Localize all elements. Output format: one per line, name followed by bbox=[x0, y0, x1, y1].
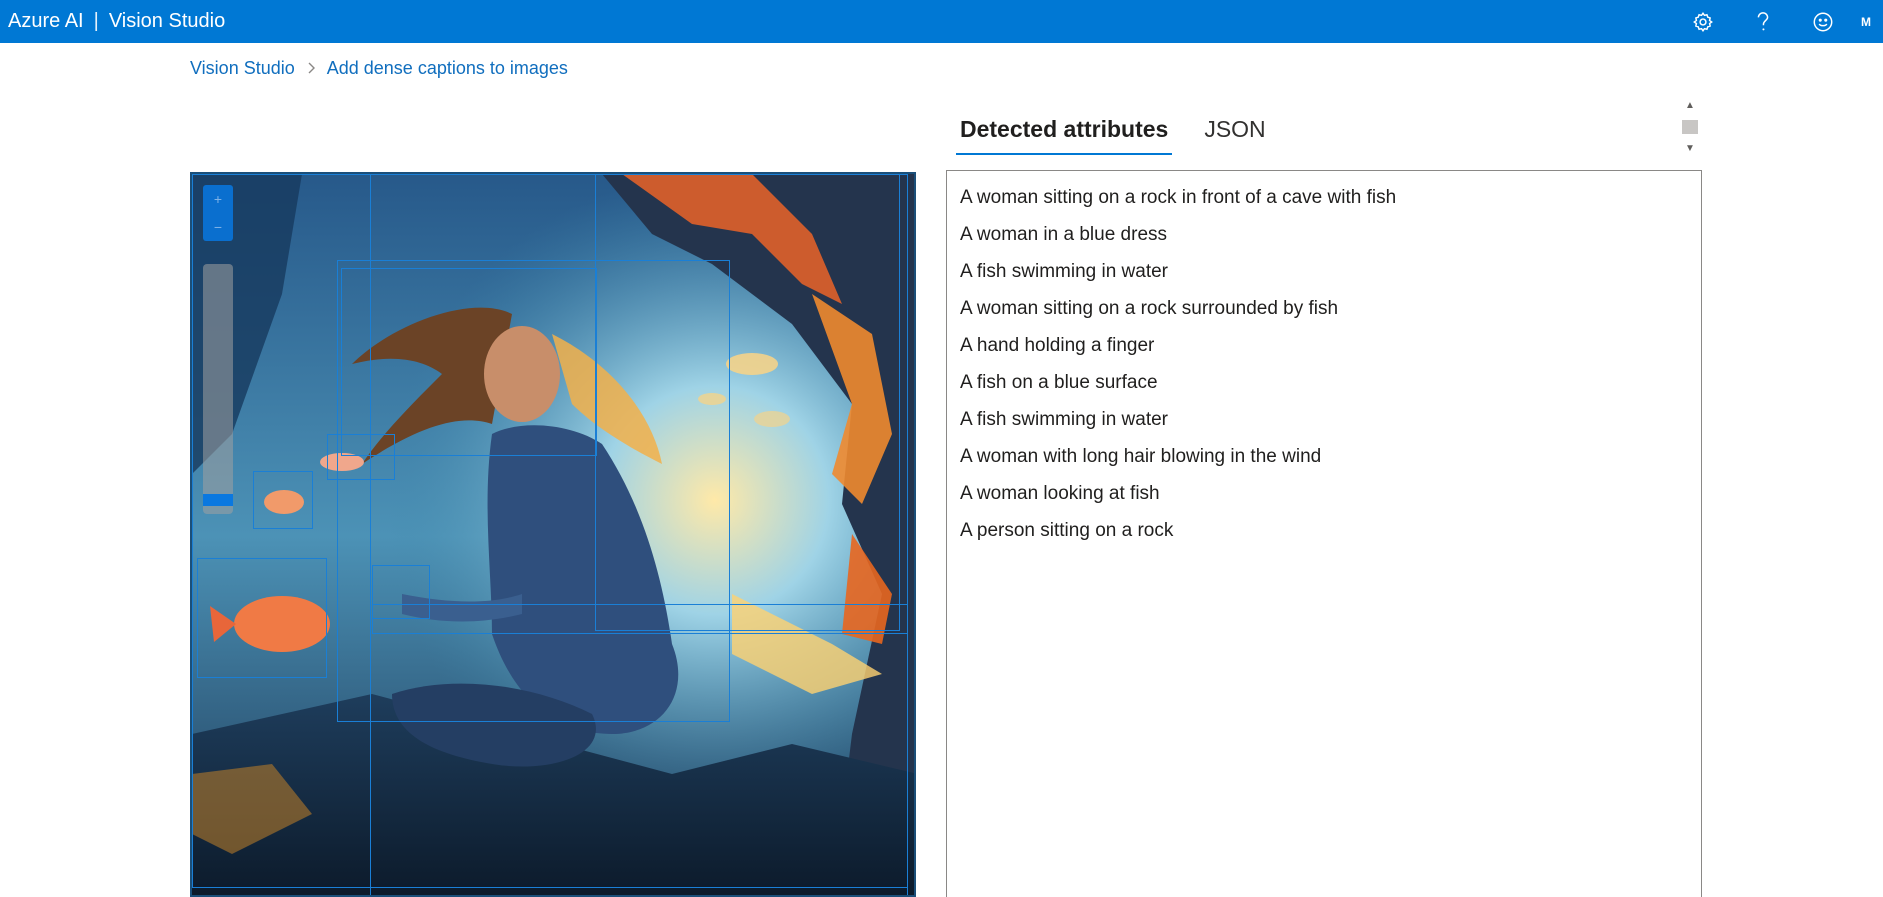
caption-bounding-box[interactable] bbox=[372, 604, 908, 634]
product-name: Vision Studio bbox=[108, 10, 226, 32]
tab-detected-attributes[interactable]: Detected attributes bbox=[956, 108, 1173, 155]
scrollbar-thumb[interactable] bbox=[1682, 120, 1698, 134]
brand[interactable]: Azure AI | Vision Studio bbox=[0, 10, 225, 33]
tabs-scrollbar[interactable]: ▲ ▼ bbox=[1680, 100, 1700, 154]
caption-item[interactable]: A woman sitting on a rock in front of a … bbox=[947, 179, 1701, 216]
result-tabs: Detected attributes JSON bbox=[956, 108, 1298, 156]
caption-bounding-box[interactable] bbox=[341, 268, 597, 456]
caption-bounding-box[interactable] bbox=[253, 471, 313, 529]
gear-icon bbox=[1693, 11, 1713, 32]
caption-item[interactable]: A woman looking at fish bbox=[947, 475, 1701, 512]
brand-name: Azure AI bbox=[8, 10, 84, 32]
caption-item[interactable]: A fish swimming in water bbox=[947, 401, 1701, 438]
avatar[interactable]: M bbox=[1853, 0, 1883, 43]
breadcrumb-root-link[interactable]: Vision Studio bbox=[190, 58, 295, 79]
zoom-slider-thumb[interactable] bbox=[203, 494, 233, 506]
breadcrumb: Vision Studio Add dense captions to imag… bbox=[190, 56, 568, 80]
breadcrumb-current-link[interactable]: Add dense captions to images bbox=[327, 58, 568, 79]
settings-button[interactable] bbox=[1673, 0, 1733, 43]
caption-item[interactable]: A woman in a blue dress bbox=[947, 216, 1701, 253]
smiley-icon bbox=[1813, 12, 1833, 31]
caption-item[interactable]: A fish swimming in water bbox=[947, 253, 1701, 290]
help-button[interactable] bbox=[1733, 0, 1793, 43]
top-bar: Azure AI | Vision Studio M bbox=[0, 0, 1883, 43]
tab-json[interactable]: JSON bbox=[1200, 108, 1269, 153]
top-icons: M bbox=[1673, 0, 1883, 43]
caption-item[interactable]: A person sitting on a rock bbox=[947, 512, 1701, 549]
caption-bounding-box[interactable] bbox=[327, 434, 395, 480]
image-canvas[interactable]: + − bbox=[190, 172, 916, 897]
caption-item[interactable]: A woman sitting on a rock surrounded by … bbox=[947, 290, 1701, 327]
caption-item[interactable]: A fish on a blue surface bbox=[947, 364, 1701, 401]
chevron-right-icon bbox=[307, 62, 315, 74]
feedback-button[interactable] bbox=[1793, 0, 1853, 43]
caption-item[interactable]: A woman with long hair blowing in the wi… bbox=[947, 438, 1701, 475]
help-icon bbox=[1757, 11, 1769, 30]
brand-separator: | bbox=[93, 10, 99, 32]
caption-item[interactable]: A hand holding a finger bbox=[947, 327, 1701, 364]
zoom-slider[interactable] bbox=[203, 264, 233, 514]
detected-attributes-panel: A woman sitting on a rock in front of a … bbox=[946, 170, 1702, 897]
zoom-in-button[interactable]: + bbox=[203, 185, 233, 213]
caption-list: A woman sitting on a rock in front of a … bbox=[947, 171, 1701, 549]
caption-bounding-box[interactable] bbox=[197, 558, 327, 678]
zoom-out-button[interactable]: − bbox=[203, 213, 233, 241]
zoom-controls: + − bbox=[203, 185, 233, 241]
scroll-down-icon[interactable]: ▼ bbox=[1685, 143, 1695, 154]
scroll-up-icon[interactable]: ▲ bbox=[1685, 100, 1695, 111]
